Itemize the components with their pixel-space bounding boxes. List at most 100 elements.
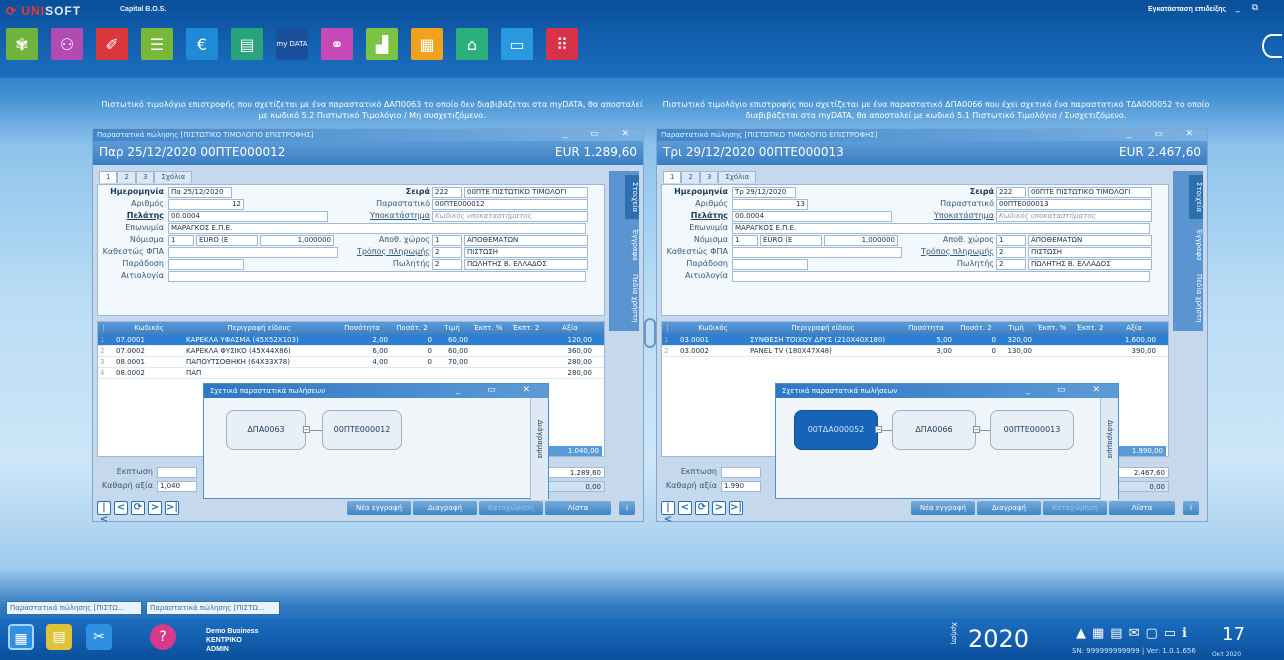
field-rate[interactable]: 1,000000 (824, 235, 898, 246)
column-header[interactable]: Περιγραφή είδους (184, 322, 334, 335)
family-icon[interactable]: ⚇ (51, 28, 83, 60)
refresh-icon[interactable]: ⟳ (131, 501, 145, 515)
tab-tab3[interactable]: 3 (135, 171, 155, 183)
field-pay[interactable]: ΠΙΣΤΩΣΗ (464, 247, 588, 258)
field-reason[interactable] (732, 271, 1150, 282)
delete-button[interactable]: Διαγραφή (977, 501, 1041, 515)
table-row[interactable]: 2 03.0002 PANEL TV (180Χ47Χ48) 3,00 0 130,00 3… (662, 346, 1168, 357)
tab-tab4[interactable]: Σχόλια (154, 171, 193, 183)
column-header[interactable]: Τιμή (434, 322, 470, 335)
field-rate[interactable]: 1,000000 (260, 235, 334, 246)
collapse-icon[interactable]: − (303, 426, 310, 433)
table-row[interactable]: 1 07.0001 ΚΑΡΕΚΛΑ ΥΦΑΣΜΑ (45Χ52Χ103) 2,00 0 6… (98, 335, 604, 346)
side-tab-docs[interactable]: Έγγραφα (1189, 223, 1203, 267)
field-series[interactable]: 00ΠΤΕ ΠΙΣΤΩΤΙΚΟ ΤΙΜΟΛΟΓΙ (464, 187, 588, 198)
field-branch[interactable]: Κωδικός υποκαταστήματος (996, 211, 1152, 222)
new-button[interactable]: Νέα εγγραφή (347, 501, 411, 515)
apps-grid-icon[interactable]: ▦ (8, 624, 34, 650)
minimize-icon[interactable]: _ (1236, 3, 1241, 13)
side-tab-data[interactable]: Στοιχεία (625, 175, 639, 219)
field-doc[interactable]: 00ΠΤΕ000012 (432, 199, 588, 210)
dialog-controls[interactable]: _ ▭ ✕ (456, 385, 542, 395)
info-icon[interactable]: i (1183, 501, 1199, 515)
post-button[interactable]: Καταχώρηση (479, 501, 543, 515)
field-seller[interactable]: ΠΩΛΗΤΗΣ Β. ΕΛΛΑΔΟΣ (1028, 259, 1152, 270)
field-currency_code[interactable]: 1 (732, 235, 758, 246)
first-record-icon[interactable]: |< (97, 501, 111, 525)
field-wh[interactable]: ΑΠΟΘΕΜΑΤΩΝ (464, 235, 588, 246)
column-header[interactable]: Κωδικός (114, 322, 184, 335)
table-row[interactable]: 4 08.0002 ΠΑΠ 280,00 (98, 368, 604, 379)
tab-tab1[interactable]: 1 (99, 171, 118, 183)
task-item-1[interactable]: Παραστατικά πώλησης [ΠΙΣΤΩ... (6, 601, 142, 615)
grid-menu-icon[interactable]: ⋮ (98, 322, 114, 335)
field-pay_code[interactable]: 2 (996, 247, 1026, 258)
info-icon[interactable]: i (619, 501, 635, 515)
task-item-2[interactable]: Παραστατικά πώλησης [ΠΙΣΤΩ... (146, 601, 280, 615)
handshake-icon[interactable]: ⚭ (321, 28, 353, 60)
side-tab-userfields[interactable]: Πεδία χρήστη (1189, 271, 1203, 325)
help-icon[interactable]: ? (150, 624, 176, 650)
field-pay_code[interactable] (168, 247, 338, 258)
field-reason[interactable] (168, 271, 586, 282)
side-tab-userfields[interactable]: Πεδία χρήστη (625, 271, 639, 325)
field-number[interactable]: 13 (732, 199, 808, 210)
notes-icon[interactable]: ▤ (46, 624, 72, 650)
field-delivery[interactable] (168, 259, 244, 270)
field-wh[interactable]: ΑΠΟΘΕΜΑΤΩΝ (1028, 235, 1152, 246)
network-icon[interactable]: ⌂ (456, 28, 488, 60)
list-button[interactable]: Λίστα (545, 501, 611, 515)
column-header[interactable]: Ποσότ. 2 (954, 322, 998, 335)
field-currency_code[interactable]: 1 (168, 235, 194, 246)
field-discount[interactable] (721, 467, 761, 478)
delete-button[interactable]: Διαγραφή (413, 501, 477, 515)
tools-icon[interactable]: ✂ (86, 624, 112, 650)
chart-icon[interactable]: ▟ (366, 28, 398, 60)
tab-tab2[interactable]: 2 (681, 171, 700, 183)
grid-menu-icon[interactable]: ⋮ (662, 322, 678, 335)
collapse-icon[interactable]: − (875, 426, 882, 433)
table-row[interactable]: 3 08.0001 ΠΑΠΟΥΤΣΟΘΗΚΗ (64Χ33Χ78) 4,00 0 70,0… (98, 357, 604, 368)
tab-tab1[interactable]: 1 (663, 171, 682, 183)
tag-icon[interactable]: ✐ (96, 28, 128, 60)
dialog-controls[interactable]: _ ▭ ✕ (1026, 385, 1112, 395)
next-record-icon[interactable]: > (148, 501, 162, 515)
table-row[interactable]: 2 07.0002 ΚΑΡΕΚΛΑ ΦΥΣΙΚΟ (45Χ44Χ86) 6,00 0 60… (98, 346, 604, 357)
screen-icon[interactable]: ▭ (501, 28, 533, 60)
column-header[interactable]: Αξία (546, 322, 594, 335)
field-series_code[interactable]: 222 (432, 187, 462, 198)
ledger-icon[interactable]: ▤ (231, 28, 263, 60)
field-net[interactable]: 1,040 (157, 481, 197, 492)
last-record-icon[interactable]: >| (729, 501, 743, 515)
column-header[interactable]: Κωδικός (678, 322, 748, 335)
last-record-icon[interactable]: >| (165, 501, 179, 515)
field-name[interactable]: ΜΑΡΑΓΚΟΣ Ε.Π.Ε. (732, 223, 1150, 234)
related-doc-node[interactable]: ΔΠΑ0063 (226, 410, 306, 450)
window-controls[interactable]: _ ▭ ✕ (1127, 129, 1203, 139)
numbers-icon[interactable]: ⠿ (546, 28, 578, 60)
column-header[interactable]: Αξία (1110, 322, 1158, 335)
related-doc-node[interactable]: 00ΤΔΑ000052 (794, 410, 878, 450)
column-header[interactable]: Έκπτ. % (1034, 322, 1070, 335)
document-icon[interactable]: ☰ (141, 28, 173, 60)
table-row[interactable]: 1 03.0001 ΣΥΝΘΕΣΗ ΤΟΙΧΟΥ ΔΡΥΣ (210Χ40Χ180)… (662, 335, 1168, 346)
field-date[interactable]: Πα 25/12/2020 (168, 187, 232, 198)
new-button[interactable]: Νέα εγγραφή (911, 501, 975, 515)
column-header[interactable]: Τιμή (998, 322, 1034, 335)
field-wh_code[interactable]: 1 (432, 235, 462, 246)
post-button[interactable]: Καταχώρηση (1043, 501, 1107, 515)
window-controls[interactable]: _ ▭ ✕ (563, 129, 639, 139)
side-tab-docs[interactable]: Έγγραφα (625, 223, 639, 267)
column-header[interactable]: Έκπτ. % (470, 322, 506, 335)
tab-tab4[interactable]: Σχόλια (718, 171, 757, 183)
field-pay_code[interactable] (732, 247, 902, 258)
field-date[interactable]: Τρ 29/12/2020 (732, 187, 796, 198)
column-header[interactable]: Περιγραφή είδους (748, 322, 898, 335)
related-doc-node[interactable]: 00ΠΤΕ000012 (322, 410, 402, 450)
field-customer[interactable]: 00.0004 (732, 211, 892, 222)
euro-icon[interactable]: € (186, 28, 218, 60)
field-seller[interactable]: ΠΩΛΗΤΗΣ Β. ΕΛΛΑΔΟΣ (464, 259, 588, 270)
system-icons[interactable]: ▲▦▤✉▢▭ℹ (1076, 626, 1193, 641)
field-currency[interactable]: EURO (E (760, 235, 822, 246)
field-discount[interactable] (157, 467, 197, 478)
